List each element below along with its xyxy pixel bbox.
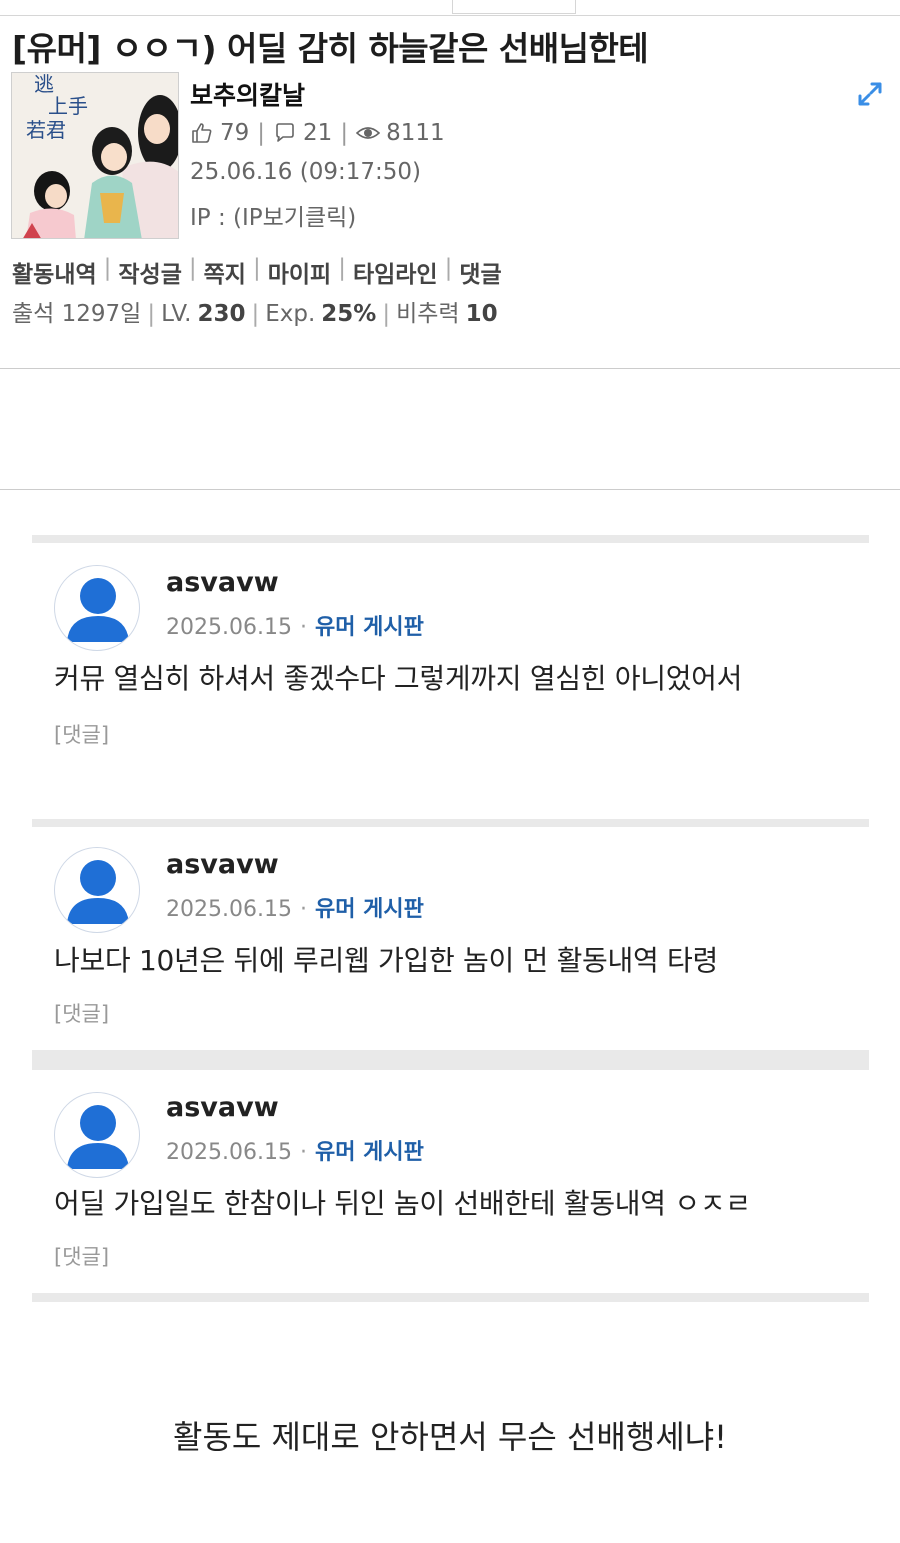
person-icon [67, 860, 129, 924]
user-level-info: 출석 1297일 | LV. 230 | Exp. 25% | 비추력 10 [12, 294, 498, 328]
level-value: 230 [197, 301, 246, 327]
reply-link[interactable]: [댓글] [54, 719, 109, 749]
post-title: [유머] ㅇㅇㄱ) 어딜 감히 하늘같은 선배님한테 [12, 29, 649, 68]
thumbs-up-icon [192, 123, 212, 143]
menu-separator: | [103, 255, 112, 281]
exp-label: Exp. [265, 301, 316, 327]
divider [0, 489, 900, 490]
view-count: 8111 [386, 120, 445, 146]
attendance: 출석 1297일 [12, 301, 142, 327]
stats-separator: | [340, 120, 349, 146]
author-name[interactable]: 보추의칼날 [190, 76, 305, 112]
board-link[interactable]: 유머 게시판 [315, 1140, 424, 1165]
comment-divider [32, 535, 869, 543]
post-date: 25.06.16 (09:17:50) [190, 159, 421, 185]
comment-date: 2025.06.15 [166, 615, 292, 640]
menu-separator: | [188, 255, 197, 281]
level-separator: | [382, 301, 391, 327]
menu-activity[interactable]: 활동내역 [12, 255, 97, 289]
reply-link[interactable]: [댓글] [54, 1241, 109, 1271]
comment-item: asvavw 2025.06.15 · 유머 게시판 나보다 10년은 뒤에 루리웹… [32, 827, 869, 1050]
level-separator: | [147, 301, 156, 327]
comment-author[interactable]: asvavw [166, 849, 279, 880]
top-tab-marker [452, 0, 576, 14]
comment-divider [32, 1050, 869, 1070]
meta-dot: · [299, 615, 307, 640]
meta-dot: · [299, 897, 307, 922]
comment-divider [32, 1293, 869, 1302]
menu-posts[interactable]: 작성글 [118, 255, 181, 289]
comment-meta: 2025.06.15 · 유머 게시판 [166, 609, 424, 641]
person-icon [67, 578, 129, 642]
level-separator: | [251, 301, 260, 327]
comment-text: 나보다 10년은 뒤에 루리웹 가입한 놈이 먼 활동내역 타령 [54, 944, 718, 977]
comment-text: 어딜 가입일도 한참이나 뒤인 놈이 선배한테 활동내역 ㅇㅈㄹ [54, 1187, 751, 1220]
board-link[interactable]: 유머 게시판 [315, 615, 424, 640]
comment-author[interactable]: asvavw [166, 567, 279, 598]
top-strip [0, 0, 900, 16]
user-avatar-icon[interactable] [54, 1092, 140, 1178]
divider [0, 368, 900, 369]
menu-separator: | [252, 255, 261, 281]
menu-mypi[interactable]: 마이피 [268, 255, 331, 289]
menu-timeline[interactable]: 타임라인 [353, 255, 438, 289]
board-link[interactable]: 유머 게시판 [315, 897, 424, 922]
expand-icon[interactable] [856, 80, 884, 108]
exp-value: 25% [321, 301, 377, 327]
comment-text: 커뮤 열심히 하셔서 좋겠수다 그렇게까지 열심힌 아니었어서 [54, 662, 743, 695]
comment-meta: 2025.06.15 · 유머 게시판 [166, 1134, 424, 1166]
comment-item: asvavw 2025.06.15 · 유머 게시판 어딜 가입일도 한참이나 뒤인… [32, 1070, 869, 1293]
comment-date: 2025.06.15 [166, 897, 292, 922]
ratio-value: 10 [465, 301, 498, 327]
user-avatar-icon[interactable] [54, 847, 140, 933]
person-icon [67, 1105, 129, 1169]
menu-message[interactable]: 쪽지 [204, 255, 246, 289]
reply-link[interactable]: [댓글] [54, 998, 109, 1028]
user-menu: 활동내역 | 작성글 | 쪽지 | 마이피 | 타임라인 | 댓글 [12, 255, 502, 289]
level-label: LV. [161, 301, 192, 327]
comment-meta: 2025.06.15 · 유머 게시판 [166, 891, 424, 923]
ratio-label: 비추력 [396, 301, 460, 327]
comment-item: asvavw 2025.06.15 · 유머 게시판 커뮤 열심히 하셔서 좋겠수다… [32, 543, 869, 819]
closing-caption: 활동도 제대로 안하면서 무슨 선배행세냐! [173, 1418, 727, 1456]
comment-divider [32, 819, 869, 827]
eye-icon [356, 127, 381, 139]
anime-avatar-illustration: 逃上手若君 [12, 73, 178, 238]
comment-count: 21 [303, 120, 333, 146]
post-ip[interactable]: IP : (IP보기클릭) [190, 198, 356, 232]
menu-separator: | [338, 255, 346, 281]
menu-comments[interactable]: 댓글 [459, 255, 501, 289]
comment-author[interactable]: asvavw [166, 1092, 279, 1123]
author-avatar[interactable]: 逃上手若君 [11, 72, 179, 239]
user-avatar-icon[interactable] [54, 565, 140, 651]
meta-dot: · [299, 1140, 307, 1165]
stats-separator: | [257, 120, 266, 146]
comment-date: 2025.06.15 [166, 1140, 292, 1165]
menu-separator: | [444, 255, 453, 281]
comment-bubble-icon [276, 123, 294, 142]
post-stats: 79 | 21 | 8111 [190, 120, 445, 146]
like-count: 79 [220, 120, 250, 146]
